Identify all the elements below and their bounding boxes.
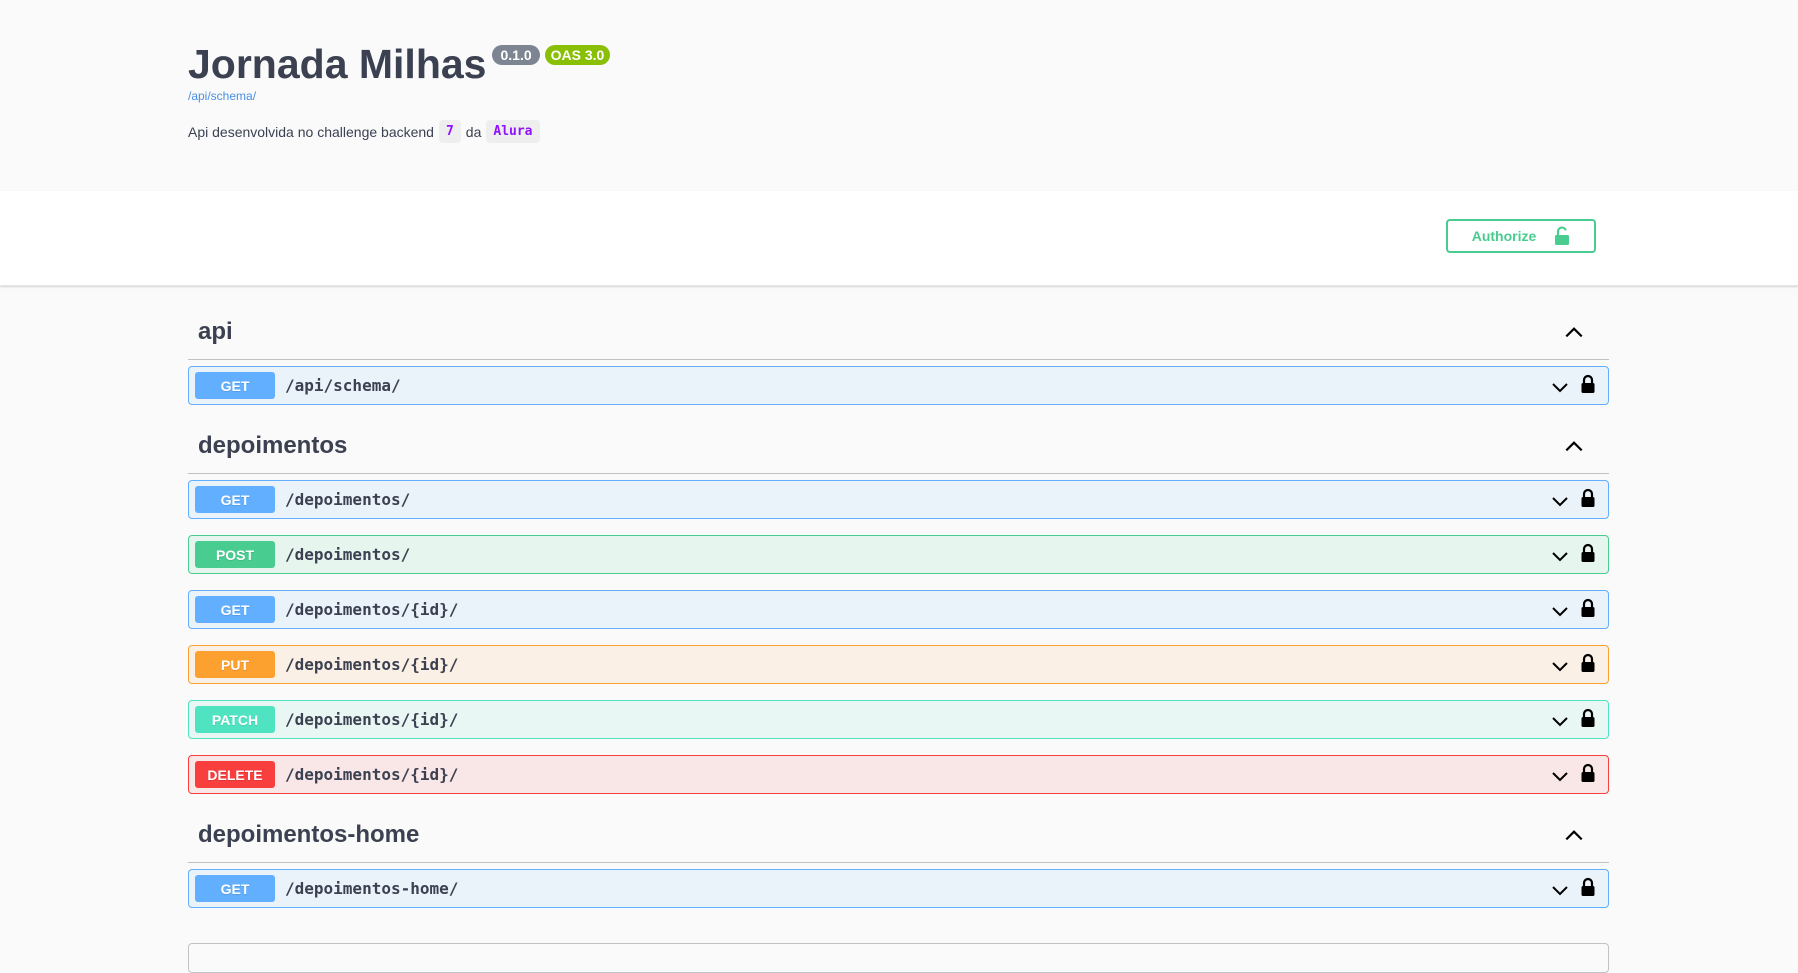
- operation-path: /depoimentos-home/: [285, 879, 459, 898]
- operation-get[interactable]: GET/depoimentos/: [188, 480, 1609, 519]
- page-title: Jornada Milhas: [188, 41, 487, 87]
- operation-path: /depoimentos/: [285, 545, 411, 564]
- tag-header-api[interactable]: api: [188, 305, 1609, 360]
- oas-badge: OAS 3.0: [544, 45, 611, 65]
- chevron-down-icon[interactable]: [1550, 656, 1570, 676]
- operation-path: /depoimentos/{id}/: [285, 655, 459, 674]
- operation-path: /depoimentos/{id}/: [285, 600, 459, 619]
- tag-section-api: api GET/api/schema/: [188, 305, 1609, 405]
- chevron-down-icon[interactable]: [1550, 546, 1570, 566]
- operation-get[interactable]: GET/api/schema/: [188, 366, 1609, 405]
- chevron-down-icon[interactable]: [1550, 880, 1570, 900]
- operation-path: /depoimentos/{id}/: [285, 765, 459, 784]
- operation-path: /api/schema/: [285, 376, 401, 395]
- scheme-container: Authorize: [0, 191, 1798, 286]
- info-header: Jornada Milhas 0.1.0 OAS 3.0 /api/schema…: [0, 0, 1798, 191]
- description-text: Api desenvolvida no challenge backend: [188, 123, 434, 140]
- schemas-section[interactable]: [188, 943, 1609, 973]
- chevron-down-icon[interactable]: [1550, 377, 1570, 397]
- chevron-down-icon[interactable]: [1550, 601, 1570, 621]
- lock-icon[interactable]: [1580, 598, 1600, 620]
- title-row: Jornada Milhas 0.1.0 OAS 3.0: [188, 40, 611, 88]
- lock-icon[interactable]: [1580, 877, 1600, 899]
- chevron-down-icon[interactable]: [1550, 491, 1570, 511]
- unlock-icon: [1555, 226, 1570, 245]
- method-badge: PATCH: [195, 706, 275, 733]
- lock-icon[interactable]: [1580, 763, 1600, 785]
- authorize-label: Authorize: [1471, 228, 1537, 244]
- schema-link[interactable]: /api/schema/: [188, 89, 256, 103]
- operation-get[interactable]: GET/depoimentos-home/: [188, 869, 1609, 908]
- operation-patch[interactable]: PATCH/depoimentos/{id}/: [188, 700, 1609, 739]
- lock-icon[interactable]: [1580, 488, 1600, 510]
- description-mid: da: [465, 123, 482, 140]
- description-code-alura: Alura: [486, 120, 540, 143]
- operation-delete[interactable]: DELETE/depoimentos/{id}/: [188, 755, 1609, 794]
- method-badge: GET: [195, 372, 275, 399]
- operation-path: /depoimentos/: [285, 490, 411, 509]
- method-badge: GET: [195, 875, 275, 902]
- tag-header-depoimentos-home[interactable]: depoimentos-home: [188, 808, 1609, 863]
- chevron-up-icon[interactable]: [1563, 321, 1585, 343]
- method-badge: GET: [195, 486, 275, 513]
- lock-icon[interactable]: [1580, 543, 1600, 565]
- method-badge: PUT: [195, 651, 275, 678]
- operation-get[interactable]: GET/depoimentos/{id}/: [188, 590, 1609, 629]
- lock-icon[interactable]: [1580, 708, 1600, 730]
- operation-path: /depoimentos/{id}/: [285, 710, 459, 729]
- api-description: Api desenvolvida no challenge backend 7 …: [188, 120, 545, 143]
- tag-section-depoimentos: depoimentos GET/depoimentos/POST/depoimen…: [188, 419, 1609, 794]
- chevron-up-icon[interactable]: [1563, 824, 1585, 846]
- lock-icon[interactable]: [1580, 653, 1600, 675]
- description-code-number: 7: [438, 120, 461, 143]
- operations-list: api GET/api/schema/depoimentos GET/depoime…: [188, 305, 1609, 922]
- tag-header-depoimentos[interactable]: depoimentos: [188, 419, 1609, 474]
- operation-post[interactable]: POST/depoimentos/: [188, 535, 1609, 574]
- version-badge: 0.1.0: [492, 45, 540, 65]
- chevron-down-icon[interactable]: [1550, 766, 1570, 786]
- authorize-button[interactable]: Authorize: [1446, 219, 1596, 253]
- tag-title: depoimentos: [198, 432, 348, 459]
- method-badge: POST: [195, 541, 275, 568]
- chevron-up-icon[interactable]: [1563, 435, 1585, 457]
- method-badge: DELETE: [195, 761, 275, 788]
- chevron-down-icon[interactable]: [1550, 711, 1570, 731]
- tag-title: api: [198, 318, 233, 345]
- method-badge: GET: [195, 596, 275, 623]
- lock-icon[interactable]: [1580, 374, 1600, 396]
- operation-put[interactable]: PUT/depoimentos/{id}/: [188, 645, 1609, 684]
- tag-title: depoimentos-home: [198, 821, 420, 848]
- tag-section-depoimentos-home: depoimentos-home GET/depoimentos-home/: [188, 808, 1609, 908]
